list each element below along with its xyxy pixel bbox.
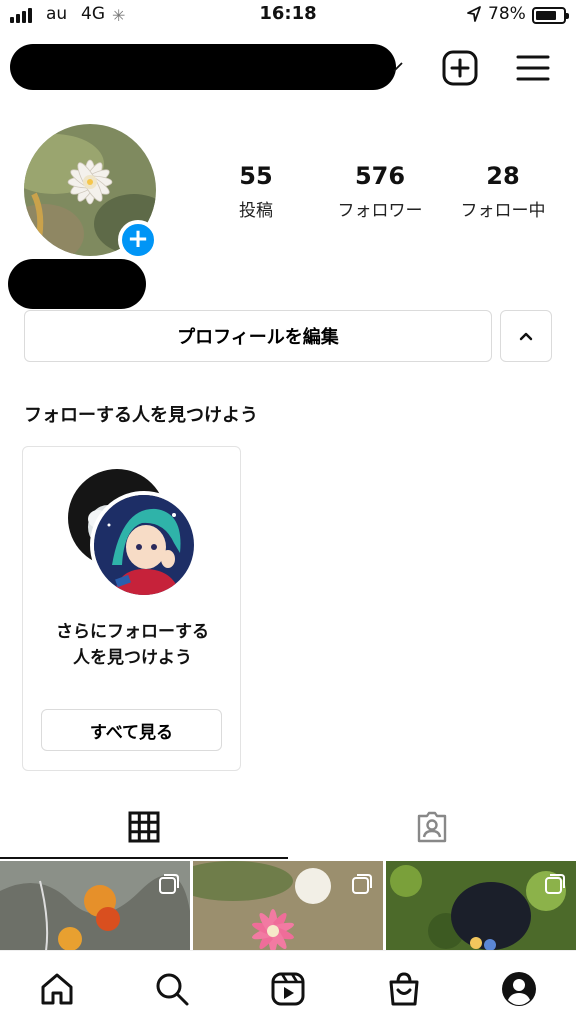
followers-label: フォロワー xyxy=(337,201,423,221)
active-tab-indicator xyxy=(0,857,288,859)
suggestion-card[interactable]: さらにフォローする 人を見つけよう すべて見る xyxy=(22,446,241,771)
display-name-redacted xyxy=(8,259,146,309)
chevron-down-icon[interactable] xyxy=(392,55,404,79)
add-story-button[interactable]: + xyxy=(118,220,158,260)
status-bar: au 4G ✳ 16:18 78% xyxy=(0,0,576,32)
multi-post-icon xyxy=(158,873,180,899)
suggestion-card-line1: さらにフォローする xyxy=(56,622,209,642)
suggestions-title: フォローする人を見つけよう xyxy=(24,405,258,426)
posts-stat[interactable]: 55 投稿 xyxy=(216,162,296,221)
posts-label: 投稿 xyxy=(239,201,273,221)
post-thumbnail[interactable] xyxy=(0,861,190,951)
hamburger-menu-icon[interactable] xyxy=(513,48,553,88)
shop-icon[interactable] xyxy=(384,969,424,1009)
suggested-avatar-front xyxy=(90,491,198,599)
posts-count: 55 xyxy=(239,162,273,190)
suggestion-card-line2: 人を見つけよう xyxy=(73,648,192,668)
multi-post-icon xyxy=(544,873,566,899)
following-label: フォロー中 xyxy=(460,201,546,221)
search-icon[interactable] xyxy=(152,969,192,1009)
battery-percent: 78% xyxy=(488,4,526,24)
followers-count: 576 xyxy=(354,162,406,190)
new-post-plus-icon[interactable] xyxy=(440,48,480,88)
suggestion-card-text: さらにフォローする 人を見つけよう xyxy=(23,619,242,671)
following-count: 28 xyxy=(486,162,520,190)
home-icon[interactable] xyxy=(37,969,77,1009)
location-arrow-icon xyxy=(466,5,482,27)
battery-icon xyxy=(532,7,569,24)
profile-icon[interactable] xyxy=(499,969,539,1009)
reels-icon[interactable] xyxy=(268,969,308,1009)
grid-icon xyxy=(128,811,160,847)
multi-post-icon xyxy=(351,873,373,899)
followers-stat[interactable]: 576 フォロワー xyxy=(325,162,435,221)
tagged-person-icon xyxy=(415,810,449,848)
username-redacted[interactable] xyxy=(10,44,396,90)
suggestions-toggle-button[interactable] xyxy=(500,310,552,362)
tab-tagged[interactable] xyxy=(288,800,576,858)
edit-profile-button[interactable]: プロフィールを編集 xyxy=(24,310,492,362)
bottom-nav xyxy=(0,950,576,1024)
post-thumbnail[interactable] xyxy=(193,861,383,951)
tab-grid[interactable] xyxy=(0,800,288,858)
see-all-button[interactable]: すべて見る xyxy=(41,709,222,751)
following-stat[interactable]: 28 フォロー中 xyxy=(450,162,556,221)
post-thumbnail[interactable] xyxy=(386,861,576,951)
chevron-up-icon xyxy=(518,327,534,346)
